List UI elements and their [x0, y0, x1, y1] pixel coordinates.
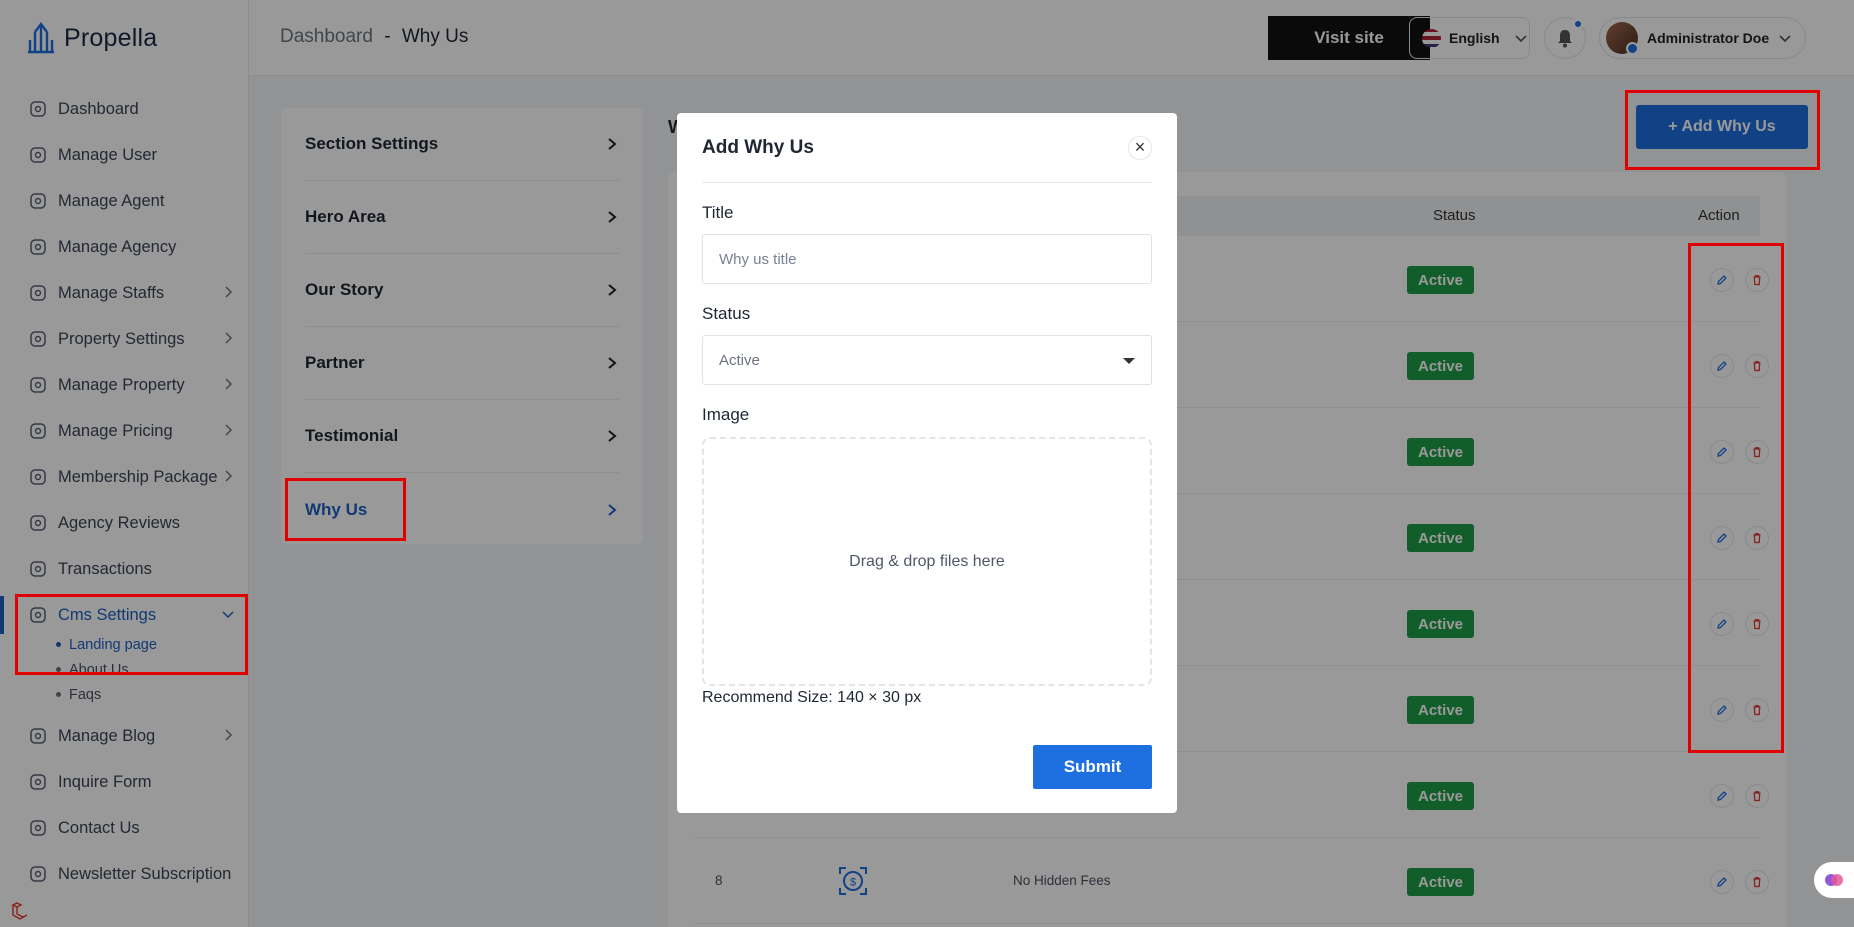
close-icon[interactable]: ×: [1128, 135, 1152, 160]
title-input[interactable]: [719, 250, 1151, 268]
recommend-size: Recommend Size: 140 × 30 px: [702, 689, 922, 706]
dropzone-text: Drag & drop files here: [849, 552, 1005, 570]
modal-title: Add Why Us: [702, 136, 814, 158]
title-label: Title: [702, 203, 734, 222]
status-select-value: Active: [719, 351, 760, 369]
assistant-widget-icon[interactable]: [1814, 862, 1854, 898]
status-label: Status: [702, 304, 751, 323]
add-why-us-modal: Add Why Us × Title Status Active Image D…: [677, 113, 1177, 813]
highlight-add-button: [1625, 90, 1820, 170]
caret-down-icon: [1123, 358, 1135, 364]
submit-button[interactable]: Submit: [1033, 745, 1152, 789]
highlight-cms-settings: [15, 594, 248, 675]
highlight-why-us-tab: [285, 478, 406, 541]
highlight-action-column: [1688, 243, 1784, 753]
modal-header: Add Why Us ×: [702, 113, 1152, 183]
title-field[interactable]: [702, 234, 1152, 284]
status-select[interactable]: Active: [702, 335, 1152, 385]
image-label: Image: [702, 405, 750, 424]
image-dropzone[interactable]: Drag & drop files here: [702, 437, 1152, 686]
